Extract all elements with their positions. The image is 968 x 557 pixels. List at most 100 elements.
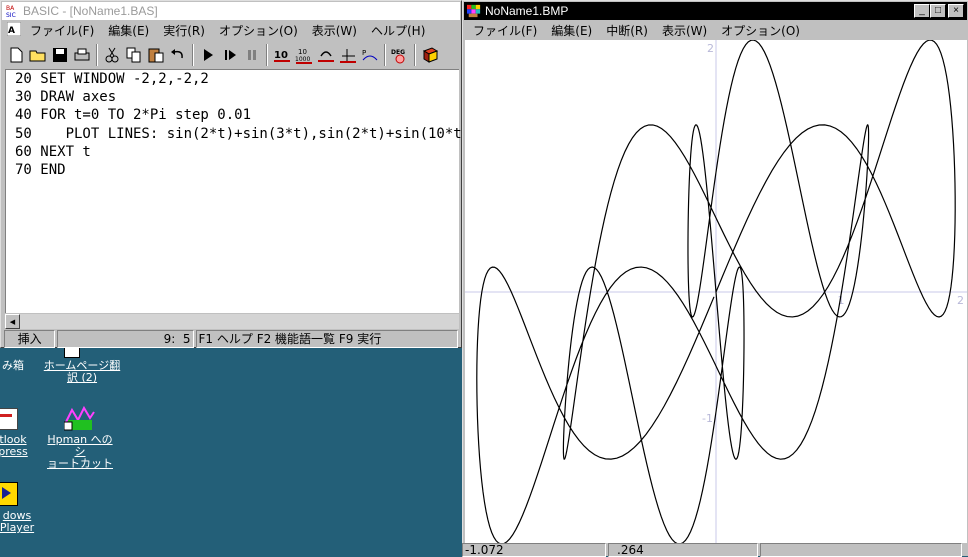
scroll-left-button[interactable]: ◀: [5, 314, 20, 329]
open-folder-icon: [29, 50, 46, 62]
desktop-icon-hpman-shortcut[interactable]: Hpman へのシ ョートカット: [42, 402, 118, 470]
code-line: 70 END: [15, 162, 66, 179]
bmp-app-icon: [467, 4, 481, 18]
desktop-icon-label-line2: Player: [0, 521, 35, 534]
number-10-1000-button[interactable]: 10 1000: [293, 44, 315, 66]
code-line: 20 SET WINDOW -2,2,-2,2: [15, 71, 209, 87]
cut-icon: [105, 47, 119, 63]
code-line: 30 DRAW axes: [15, 89, 117, 106]
menu-break[interactable]: 中断(R): [599, 22, 655, 39]
axis-button[interactable]: [337, 44, 359, 66]
axis-icon: [340, 49, 356, 63]
svg-text:SIC: SIC: [6, 12, 16, 18]
menu-file[interactable]: ファイル(F): [23, 22, 101, 39]
code-line: 40 FOR t=0 TO 2*Pi step 0.01: [15, 107, 252, 124]
cut-button[interactable]: [101, 44, 123, 66]
axis-label-right: 2: [957, 294, 964, 307]
step-icon: [225, 50, 236, 60]
basic-window-title: BASIC - [NoName1.BAS]: [23, 4, 158, 18]
undo-icon: [171, 49, 183, 59]
print-button[interactable]: [71, 44, 93, 66]
basic-titlebar[interactable]: BA SIC BASIC - [NoName1.BAS]: [2, 2, 460, 20]
deg-button[interactable]: DEG: [389, 44, 411, 66]
bmp-statusbar: -1.072 .264: [462, 543, 968, 557]
number-10-1000-icon: 101000: [295, 48, 312, 64]
pause-icon: [248, 50, 256, 60]
axis-label-top: 2: [707, 42, 714, 55]
desktop-icon-media-player[interactable]: dows Player: [0, 478, 38, 534]
desktop-icon-label: み箱: [2, 359, 24, 372]
menu-file[interactable]: ファイル(F): [466, 22, 544, 39]
status-y-coordinate: .264: [608, 543, 758, 557]
book-icon: [422, 47, 439, 63]
menu-options[interactable]: オプション(O): [212, 22, 305, 39]
step-button[interactable]: [219, 44, 241, 66]
basic-doc-icon: A: [2, 21, 23, 39]
save-button[interactable]: [49, 44, 71, 66]
status-x-coordinate: -1.072: [462, 543, 606, 557]
plot-svg: 2 2 1 -1: [465, 39, 967, 545]
maximize-button[interactable]: □: [930, 4, 946, 18]
code-line: 50 PLOT LINES: sin(2*t)+sin(3*t),sin(2*t…: [15, 125, 479, 142]
bmp-titlebar[interactable]: NoName1.BMP _ □ ×: [464, 2, 967, 20]
menu-run[interactable]: 実行(R): [156, 22, 212, 39]
rotate-button[interactable]: [315, 44, 337, 66]
close-button[interactable]: ×: [948, 4, 964, 18]
svg-text:10: 10: [274, 50, 288, 61]
desktop-icon-homepage-translate[interactable]: ホームページ翻 訳 (2): [42, 344, 122, 384]
desktop-icon-label-line1: Hpman へのシ: [47, 433, 113, 458]
close-icon: ×: [953, 5, 959, 16]
new-file-icon: [10, 47, 23, 63]
bmp-window-title: NoName1.BMP: [485, 4, 569, 18]
menu-view[interactable]: 表示(W): [655, 22, 714, 39]
paste-icon: [148, 48, 164, 63]
basic-menubar: A ファイル(F) 編集(E) 実行(R) オプション(O) 表示(W) ヘルプ…: [2, 21, 460, 39]
basic-app-icon: BA SIC: [5, 4, 19, 18]
undo-button[interactable]: [167, 44, 189, 66]
menu-help[interactable]: ヘルプ(H): [364, 22, 432, 39]
desktop-icon-label-line2: 訳 (2): [66, 371, 98, 384]
run-icon: [204, 49, 213, 61]
desktop-icon-recycle-bin[interactable]: み箱: [0, 344, 28, 372]
svg-text:1000: 1000: [295, 56, 310, 63]
menu-edit[interactable]: 編集(E): [101, 22, 156, 39]
pause-button[interactable]: [241, 44, 263, 66]
svg-text:BA: BA: [6, 5, 15, 12]
status-help-keys: F1 ヘルプ F2 機能語一覧 F9 実行: [195, 330, 458, 348]
hpman-icon: [42, 402, 118, 434]
desktop-icon-label-line2: press: [0, 445, 28, 458]
graph-button[interactable]: P: [359, 44, 381, 66]
toolbar-separator: [266, 44, 268, 66]
copy-icon: [126, 47, 141, 63]
axis-label-y-tick: -1: [702, 412, 713, 425]
menu-options[interactable]: オプション(O): [714, 22, 807, 39]
plot-canvas[interactable]: 2 2 1 -1: [465, 39, 967, 545]
maximize-icon: □: [934, 5, 942, 16]
code-editor[interactable]: 20 SET WINDOW -2,2,-2,2 30 DRAW axes 40 FO…: [5, 69, 479, 313]
horizontal-scrollbar[interactable]: ◀: [5, 313, 459, 329]
new-file-button[interactable]: [5, 44, 27, 66]
status-mode: 挿入: [4, 330, 56, 348]
deg-icon: DEG: [391, 49, 405, 64]
basic-window: BA SIC BASIC - [NoName1.BAS] A ファイル(F) 編…: [0, 0, 479, 348]
media-player-icon: [0, 478, 38, 510]
paste-button[interactable]: [145, 44, 167, 66]
run-button[interactable]: [197, 44, 219, 66]
print-icon: [74, 48, 90, 61]
minimize-button[interactable]: _: [914, 4, 930, 18]
desktop-icon-outlook-express[interactable]: tlook press: [0, 404, 30, 458]
toolbar-separator: [96, 44, 98, 66]
book-button[interactable]: [419, 44, 441, 66]
menu-edit[interactable]: 編集(E): [544, 22, 599, 39]
svg-text:10: 10: [298, 48, 307, 56]
status-extra: [760, 543, 962, 557]
toolbar-separator: [384, 44, 386, 66]
menu-view[interactable]: 表示(W): [305, 22, 364, 39]
code-line: 60 NEXT t: [15, 143, 91, 160]
open-button[interactable]: [27, 44, 49, 66]
minimize-icon: _: [919, 5, 925, 16]
desktop-icon-label-line2: ョートカット: [47, 457, 113, 470]
copy-button[interactable]: [123, 44, 145, 66]
number-10-button[interactable]: 10: [271, 44, 293, 66]
toolbar-separator: [414, 44, 416, 66]
